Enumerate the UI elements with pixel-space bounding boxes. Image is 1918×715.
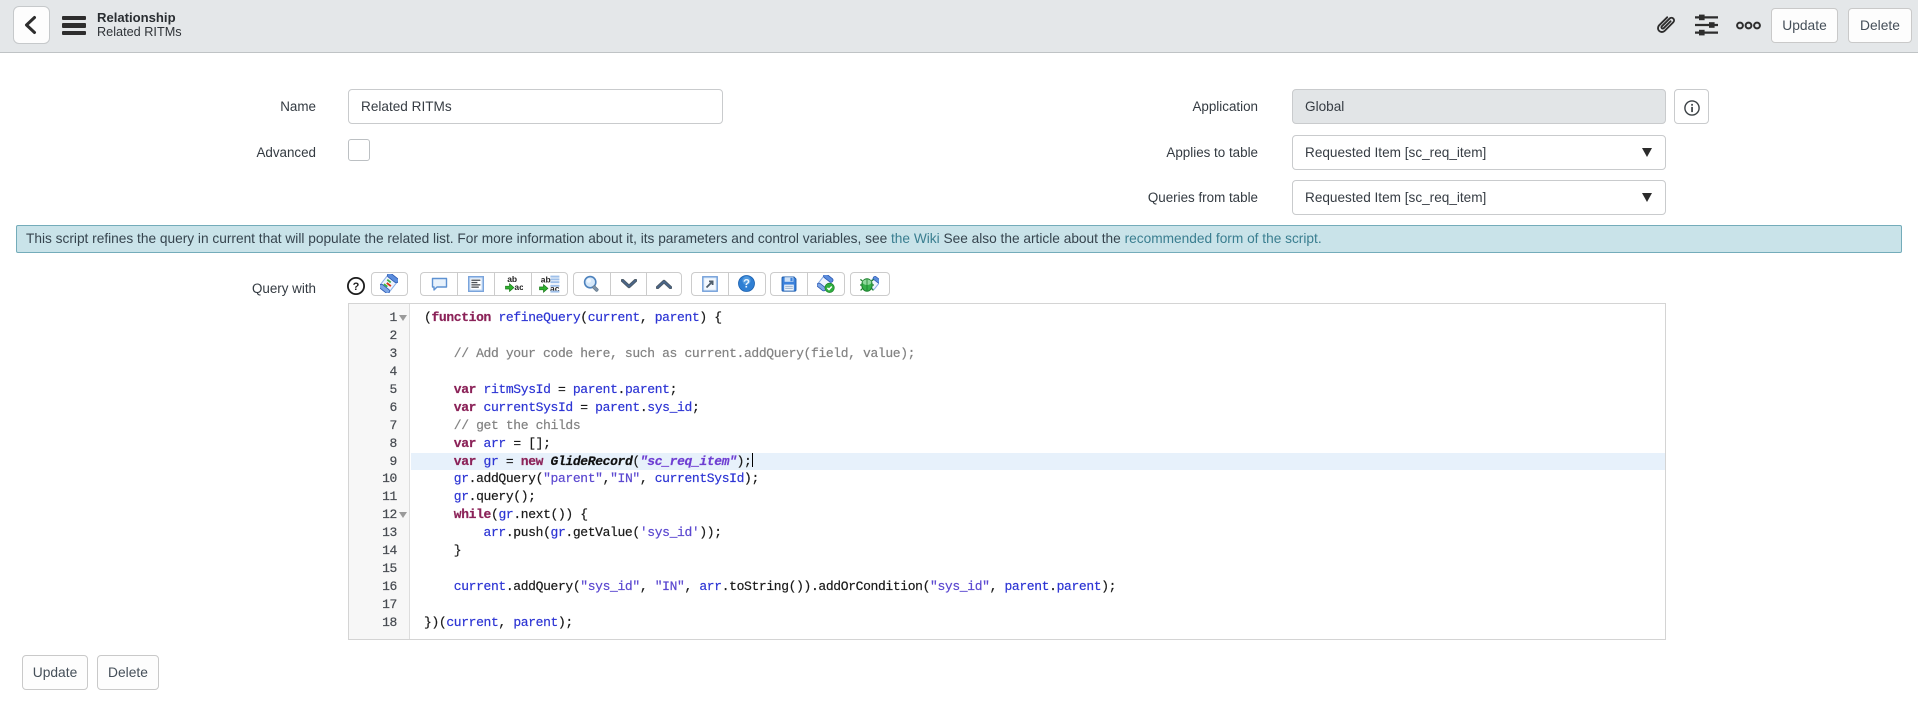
svg-text:ac: ac	[514, 282, 523, 292]
svg-text:?: ?	[743, 279, 750, 291]
svg-text:?: ?	[353, 281, 360, 293]
